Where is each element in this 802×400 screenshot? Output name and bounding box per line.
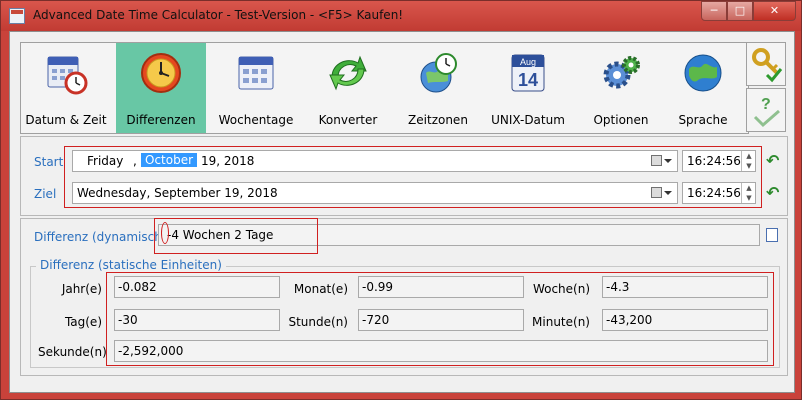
start-reset-icon[interactable]: ↶ xyxy=(766,151,779,170)
jahr-label: Jahr(e) xyxy=(61,282,102,296)
client-area: Datum & Zeit Differenzen Wochentage Konv… xyxy=(9,31,795,393)
calendar-day-icon: Aug 14 xyxy=(511,54,545,92)
tool-wochentage[interactable]: Wochentage xyxy=(211,43,301,133)
clock-icon xyxy=(141,53,181,93)
tool-label: UNIX-Datum xyxy=(491,113,565,127)
static-units-title: Differenz (statische Einheiten) xyxy=(36,258,226,272)
tool-unix-datum[interactable]: Aug 14 UNIX-Datum xyxy=(483,43,573,133)
tool-label: Konverter xyxy=(318,113,378,127)
app-icon xyxy=(9,8,25,24)
tool-label: Wochentage xyxy=(218,113,294,127)
tool-label: Differenzen xyxy=(126,113,196,127)
calendar-icon xyxy=(238,56,274,90)
svg-text:?: ? xyxy=(761,96,771,113)
title-bar[interactable]: Advanced Date Time Calculator - Test-Ver… xyxy=(1,1,801,31)
tool-konverter[interactable]: Konverter xyxy=(303,43,393,133)
annotation-box-difference xyxy=(154,218,318,254)
tool-sprache[interactable]: Sprache xyxy=(658,43,748,133)
start-label: Start xyxy=(34,155,64,169)
tool-label: Optionen xyxy=(593,113,649,127)
difference-label: Differenz (dynamisch) xyxy=(34,230,167,244)
calendar-clock-icon xyxy=(47,56,88,95)
annotation-circle-minus xyxy=(161,222,169,244)
globe-clock-icon xyxy=(420,53,457,93)
key-check-icon xyxy=(752,48,783,83)
ziel-reset-icon[interactable]: ↶ xyxy=(766,183,779,202)
tool-datum-zeit[interactable]: Datum & Zeit xyxy=(21,43,111,133)
tag-label: Tag(e) xyxy=(64,315,102,329)
help-check-icon: ? xyxy=(753,96,780,128)
ziel-label: Ziel xyxy=(34,187,57,201)
key-button[interactable] xyxy=(746,42,786,86)
sekunde-label: Sekunde(n) xyxy=(38,345,107,359)
convert-arrows-icon xyxy=(329,55,367,91)
annotation-box-static xyxy=(106,272,774,366)
close-button[interactable]: ✕ xyxy=(753,1,796,21)
window-title: Advanced Date Time Calculator - Test-Ver… xyxy=(33,8,404,22)
tool-differenzen[interactable]: Differenzen xyxy=(116,43,206,133)
copy-icon[interactable] xyxy=(766,228,778,242)
icon-month-text: Aug xyxy=(520,57,536,67)
main-toolbar: Datum & Zeit Differenzen Wochentage Konv… xyxy=(20,42,749,134)
help-button[interactable]: ? xyxy=(746,88,786,132)
minimize-button[interactable]: ─ xyxy=(701,1,727,21)
tool-optionen[interactable]: Optionen xyxy=(576,43,666,133)
gears-icon xyxy=(603,56,640,89)
tool-zeitzonen[interactable]: Zeitzonen xyxy=(393,43,483,133)
annotation-box-dates xyxy=(64,146,762,208)
tool-label: Datum & Zeit xyxy=(25,113,107,127)
app-window: Advanced Date Time Calculator - Test-Ver… xyxy=(0,0,802,400)
icon-day-text: 14 xyxy=(518,70,538,90)
tool-label: Zeitzonen xyxy=(408,113,468,127)
globe-icon xyxy=(684,54,722,92)
tool-label: Sprache xyxy=(678,113,728,127)
maximize-button[interactable]: □ xyxy=(727,1,753,21)
